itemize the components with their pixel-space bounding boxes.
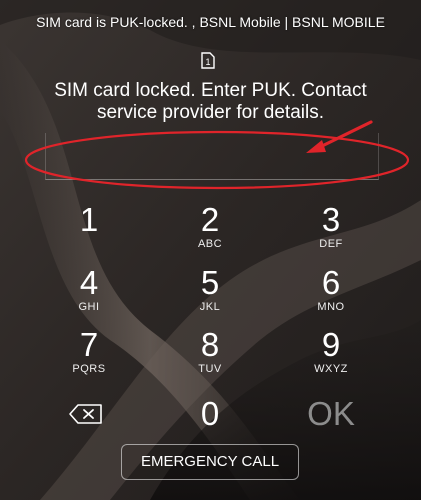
key-letters: MNO (317, 301, 345, 313)
key-letters: GHI (78, 301, 100, 313)
key-digit: 5 (200, 264, 220, 301)
key-digit: 1 (79, 201, 99, 238)
lock-message-line1: SIM card locked. Enter PUK. Contact (54, 80, 367, 101)
key-letters: ABC (197, 238, 223, 250)
backspace-icon[interactable] (68, 402, 104, 426)
key-6[interactable]: 6 MNO (276, 266, 386, 324)
key-4[interactable]: 4 GHI (34, 266, 144, 324)
key-3[interactable]: 3 DEF (276, 203, 386, 261)
key-letters: WXYZ (314, 363, 348, 375)
status-bar-text: SIM card is PUK-locked. , BSNL Mobile | … (36, 14, 385, 30)
key-letters: PQRS (72, 363, 106, 375)
sim-card-icon: 1 (201, 52, 215, 69)
key-8[interactable]: 8 TUV (155, 328, 265, 386)
key-1[interactable]: 1 (34, 203, 144, 261)
emergency-call-button[interactable]: EMERGENCY CALL (121, 444, 299, 480)
key-letters: TUV (198, 363, 222, 375)
key-digit: 0 (200, 395, 220, 432)
key-digit: 7 (79, 326, 99, 363)
key-digit: 9 (321, 326, 341, 363)
key-digit: 6 (321, 264, 341, 301)
key-5[interactable]: 5 JKL (155, 266, 265, 324)
key-9[interactable]: 9 WXYZ (276, 328, 386, 386)
key-digit: 2 (200, 201, 220, 238)
sim-slot-label: 1 (205, 57, 210, 67)
key-2[interactable]: 2 ABC (155, 203, 265, 261)
key-digit: 3 (321, 201, 341, 238)
key-7[interactable]: 7 PQRS (34, 328, 144, 386)
lock-message: SIM card locked. Enter PUK. Contact serv… (0, 80, 421, 124)
puk-input[interactable] (45, 133, 379, 180)
key-digit: 8 (200, 326, 220, 363)
key-letters: JKL (199, 301, 221, 313)
ok-label: OK (307, 395, 355, 432)
key-digit: 4 (79, 264, 99, 301)
key-letters: DEF (319, 238, 343, 250)
lock-message-line2: service provider for details. (96, 102, 325, 123)
